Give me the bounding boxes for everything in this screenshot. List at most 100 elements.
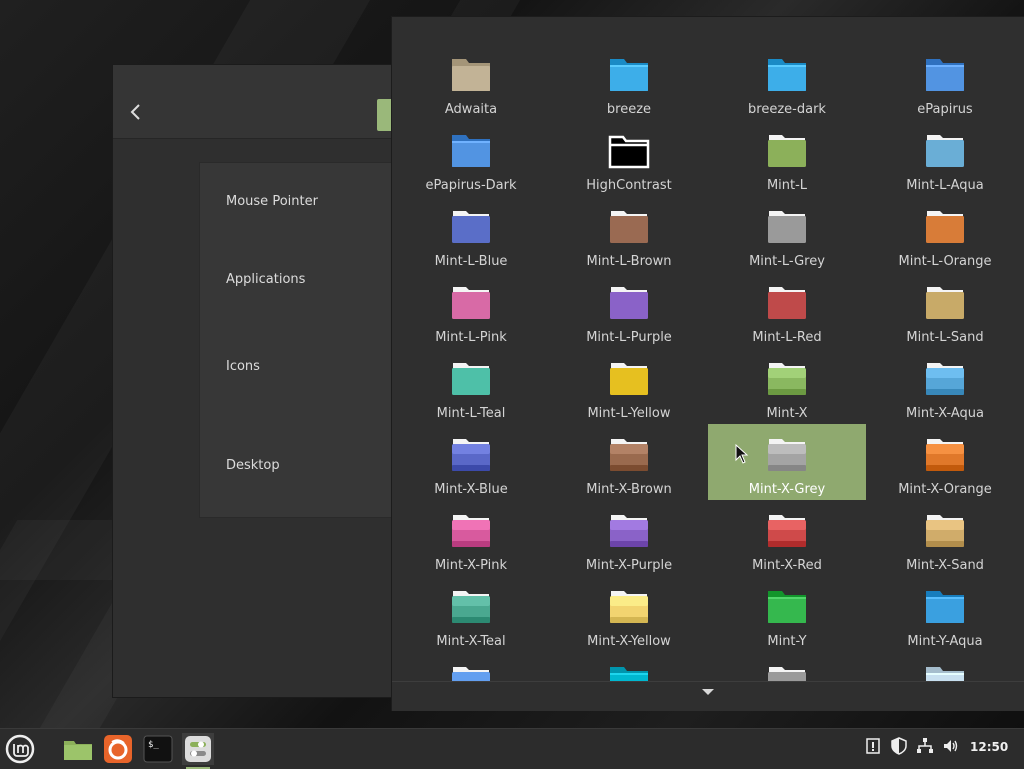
back-button[interactable] [125,101,147,123]
icon-theme-label: Mint-L-Grey [749,254,825,269]
files-launcher[interactable] [62,733,94,765]
update-manager-tray-button[interactable] [889,737,909,759]
folder-icon [926,439,964,471]
folder-icon [926,363,964,395]
mouse-cursor-icon [735,444,749,464]
icon-theme-option[interactable]: breeze-dark [708,44,866,120]
icon-theme-label: ePapirus-Dark [425,178,517,193]
icon-theme-label: Mint-L-Blue [434,254,508,269]
icon-theme-option[interactable]: Mint-X [708,348,866,424]
scroll-separator [392,681,1024,682]
scroll-down-arrow-icon[interactable] [702,689,714,695]
icon-theme-option[interactable] [866,652,1024,681]
window-header [113,65,413,139]
icon-theme-option[interactable]: Mint-L-Brown [550,196,708,272]
icon-theme-option[interactable]: Mint-L-Purple [550,272,708,348]
icon-theme-option[interactable]: ePapirus [866,44,1024,120]
folder-icon [452,515,490,547]
network-tray-button[interactable] [915,737,935,759]
settings-panel: Mouse Pointer Applications Icons Desktop [199,162,415,518]
folder-icon [610,667,648,681]
icon-theme-option[interactable]: Mint-X-Sand [866,500,1024,576]
icon-theme-option[interactable] [392,652,550,681]
icon-theme-chooser: Adwaita breeze breeze-dark ePapirus ePapirus… [391,16,1024,711]
icon-theme-option[interactable]: breeze [550,44,708,120]
icon-theme-label: Mint-X-Sand [906,558,984,573]
icon-theme-option[interactable]: Mint-L-Aqua [866,120,1024,196]
icon-theme-option[interactable]: Mint-X-Blue [392,424,550,500]
folder-icon [610,211,648,243]
icon-theme-option[interactable]: Mint-X-Yellow [550,576,708,652]
folder-icon [610,591,648,623]
folder-icon [608,135,650,169]
folder-icon [768,211,806,243]
folder-icon [452,135,490,167]
icon-theme-label: HighContrast [586,178,672,193]
folder-icon [926,59,964,91]
themes-settings-icon [185,736,211,762]
icon-theme-option[interactable] [708,652,866,681]
row-mouse-pointer[interactable]: Mouse Pointer [226,194,318,209]
icon-theme-option[interactable]: Mint-Y-Aqua [866,576,1024,652]
icon-theme-option[interactable]: Mint-Y [708,576,866,652]
folder-icon [610,439,648,471]
icon-theme-option[interactable]: Mint-X-Purple [550,500,708,576]
icon-theme-option[interactable]: Mint-X-Brown [550,424,708,500]
icon-theme-option[interactable]: Mint-X-Orange [866,424,1024,500]
icon-theme-option[interactable]: Mint-X-Pink [392,500,550,576]
icon-theme-label: Mint-L-Pink [435,330,507,345]
volume-tray-button[interactable] [941,737,961,759]
icon-theme-label: Mint-L-Purple [586,330,672,345]
folder-icon [768,135,806,167]
mint-menu-icon [5,734,35,764]
icon-theme-option[interactable]: Mint-X-Teal [392,576,550,652]
folder-icon [768,439,806,471]
icon-theme-label: Mint-X-Yellow [587,634,671,649]
folder-icon [610,363,648,395]
icon-theme-label: breeze-dark [748,102,826,117]
icon-theme-option[interactable]: Mint-L-Sand [866,272,1024,348]
mint-menu-button[interactable] [4,733,36,765]
icon-theme-option[interactable]: Mint-L [708,120,866,196]
icon-theme-option[interactable]: Mint-X-Aqua [866,348,1024,424]
icon-theme-option[interactable]: Mint-X-Grey [708,424,866,500]
icon-theme-option[interactable] [550,652,708,681]
themes-window: Mouse Pointer Applications Icons Desktop [112,64,415,698]
folder-icon [926,135,964,167]
icon-theme-label: Mint-X-Purple [585,558,673,573]
icon-theme-label: Adwaita [444,102,498,117]
row-applications[interactable]: Applications [226,272,305,287]
icon-theme-option[interactable]: Mint-L-Grey [708,196,866,272]
icon-theme-option[interactable]: Mint-L-Pink [392,272,550,348]
folder-icon [610,287,648,319]
icon-theme-option[interactable]: Mint-X-Red [708,500,866,576]
icon-theme-label: Mint-X-Orange [898,482,992,497]
icon-theme-label: Mint-X-Grey [748,482,826,497]
row-icons[interactable]: Icons [226,359,260,374]
icon-theme-option[interactable]: HighContrast [550,120,708,196]
icon-theme-option[interactable]: Mint-L-Red [708,272,866,348]
folder-icon [452,287,490,319]
firefox-launcher[interactable] [102,733,134,765]
icon-theme-label: Mint-X-Pink [434,558,508,573]
folder-icon [768,591,806,623]
icon-theme-label: Mint-X-Aqua [906,406,984,421]
notes-tray-button[interactable] [863,737,883,759]
icon-theme-option[interactable]: ePapirus-Dark [392,120,550,196]
folder-icon [452,211,490,243]
folder-icon [768,667,806,681]
clock[interactable]: 12:50 [970,740,1008,754]
folder-icon [768,287,806,319]
icon-theme-label: Mint-Y [767,634,807,649]
icon-theme-label: Mint-X-Teal [436,634,506,649]
icon-theme-option[interactable]: Adwaita [392,44,550,120]
icon-theme-option[interactable]: Mint-L-Teal [392,348,550,424]
themes-settings-launcher[interactable] [182,733,214,769]
icon-theme-option[interactable]: Mint-L-Blue [392,196,550,272]
row-desktop[interactable]: Desktop [226,458,280,473]
icon-theme-option[interactable]: Mint-L-Yellow [550,348,708,424]
terminal-launcher[interactable]: $_ [142,733,174,765]
folder-icon [452,439,490,471]
icon-theme-grid: Adwaita breeze breeze-dark ePapirus ePapirus… [392,17,1024,681]
icon-theme-option[interactable]: Mint-L-Orange [866,196,1024,272]
